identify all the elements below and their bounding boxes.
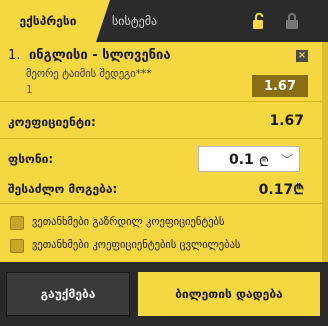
scrollbar[interactable]: [322, 42, 328, 262]
accept-odds-change-label: ვეთანხმები კოეფიციენტების ცვლილებას: [32, 239, 241, 251]
possible-win-value: 0.17₾: [259, 180, 304, 199]
betslip-panel: 1. ინგლისი - სლოვენია მეორე ტაიმის შედეგ…: [0, 42, 328, 262]
bet-match: ინგლისი - სლოვენია: [28, 48, 171, 63]
tab-system[interactable]: სისტემა: [112, 0, 157, 42]
accept-increased-odds-label: ვეთანხმები გაზრდილ კოეფიციენტებს: [32, 216, 225, 228]
possible-win-row: შესაძლო მოგება: 0.17₾: [0, 178, 328, 204]
tab-express[interactable]: ექსპრესი: [0, 0, 110, 42]
accept-odds-change-checkbox[interactable]: [10, 239, 24, 253]
stake-label: ფსონი:: [8, 152, 54, 166]
possible-win-label: შესაძლო მოგება:: [8, 182, 118, 196]
footer: გაუქმება ბილეთის დადება: [0, 262, 328, 326]
bet-number: 1.: [8, 48, 21, 63]
accept-increased-odds-checkbox[interactable]: [10, 216, 24, 230]
place-bet-button[interactable]: ბილეთის დადება: [138, 272, 320, 316]
bet-item: 1. ინგლისი - სლოვენია მეორე ტაიმის შედეგ…: [0, 42, 328, 102]
unlock-icon[interactable]: [250, 12, 268, 30]
lock-icon[interactable]: [284, 12, 300, 30]
clear-button[interactable]: გაუქმება: [6, 272, 130, 316]
bet-selection: 1: [26, 84, 33, 96]
stake-input[interactable]: 0.1 ₾ ﹀: [198, 146, 300, 172]
bet-market: მეორე ტაიმის შედეგი***: [26, 68, 152, 80]
remove-bet-button[interactable]: ×: [296, 50, 308, 62]
bet-odd: 1.67: [252, 75, 308, 97]
stake-row: ფსონი: 0.1 ₾ ﹀: [0, 140, 328, 178]
coefficient-row: კოეფიციენტი: 1.67: [0, 103, 328, 139]
lari-icon: ₾: [259, 155, 270, 170]
stake-value: 0.1: [229, 152, 254, 168]
chevron-down-icon[interactable]: ﹀: [281, 151, 293, 168]
bet-type-tabs: ექსპრესი სისტემა: [0, 0, 328, 42]
coefficient-label: კოეფიციენტი:: [8, 115, 96, 129]
possible-win-amount: 0.17: [258, 182, 294, 198]
coefficient-value: 1.67: [269, 113, 304, 129]
lari-icon: ₾: [293, 182, 304, 198]
bet-title: 1. ინგლისი - სლოვენია: [8, 48, 171, 63]
